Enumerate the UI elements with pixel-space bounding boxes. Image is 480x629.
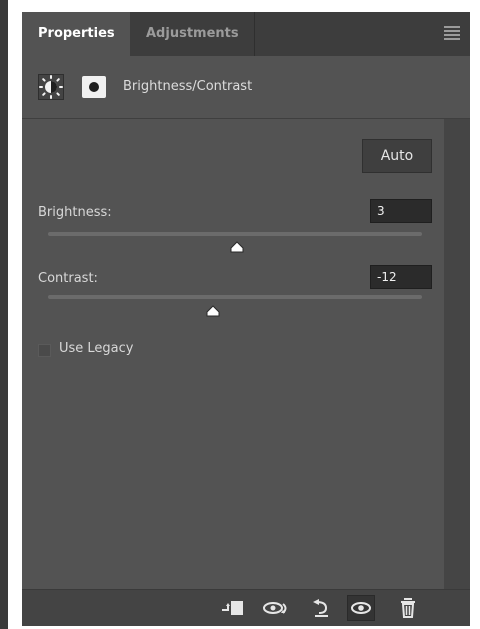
contrast-slider-thumb[interactable] [205, 302, 221, 317]
view-previous-state-icon[interactable] [262, 595, 290, 621]
use-legacy-checkbox[interactable] [38, 344, 51, 357]
contrast-slider-track[interactable] [48, 295, 422, 299]
auto-button[interactable]: Auto [362, 139, 432, 173]
use-legacy-label: Use Legacy [59, 341, 134, 356]
visibility-eye-icon[interactable] [347, 595, 375, 621]
properties-panel: Properties Adjustments Brightness/Contra… [22, 12, 470, 626]
layer-mask-icon[interactable] [82, 76, 106, 98]
app-frame: Properties Adjustments Brightness/Contra… [0, 0, 480, 629]
clip-to-layer-icon[interactable] [218, 595, 246, 621]
properties-scrollbar[interactable] [444, 119, 470, 589]
panel-tabbar: Properties Adjustments [22, 12, 470, 56]
contrast-input[interactable]: -12 [370, 265, 432, 289]
adjustment-title: Brightness/Contrast [123, 79, 253, 94]
properties-content: Auto Brightness: 3 Contrast: -12 Use Leg… [22, 119, 470, 589]
properties-header: Brightness/Contrast [22, 56, 470, 119]
brightness-input[interactable]: 3 [370, 199, 432, 223]
tab-properties[interactable]: Properties [22, 12, 130, 56]
tab-divider [254, 12, 255, 56]
layer-mask-dot [89, 82, 99, 92]
brightness-icon[interactable] [38, 74, 64, 100]
panel-bottom-toolbar [22, 589, 470, 626]
contrast-label: Contrast: [38, 271, 98, 286]
reset-icon[interactable] [308, 595, 336, 621]
brightness-slider-thumb[interactable] [229, 238, 245, 253]
hamburger-menu-icon[interactable] [444, 26, 460, 42]
tab-adjustments[interactable]: Adjustments [130, 12, 254, 56]
trash-icon[interactable] [394, 595, 422, 621]
left-window-edge [0, 0, 8, 629]
brightness-label: Brightness: [38, 205, 112, 220]
brightness-slider-track[interactable] [48, 232, 422, 236]
